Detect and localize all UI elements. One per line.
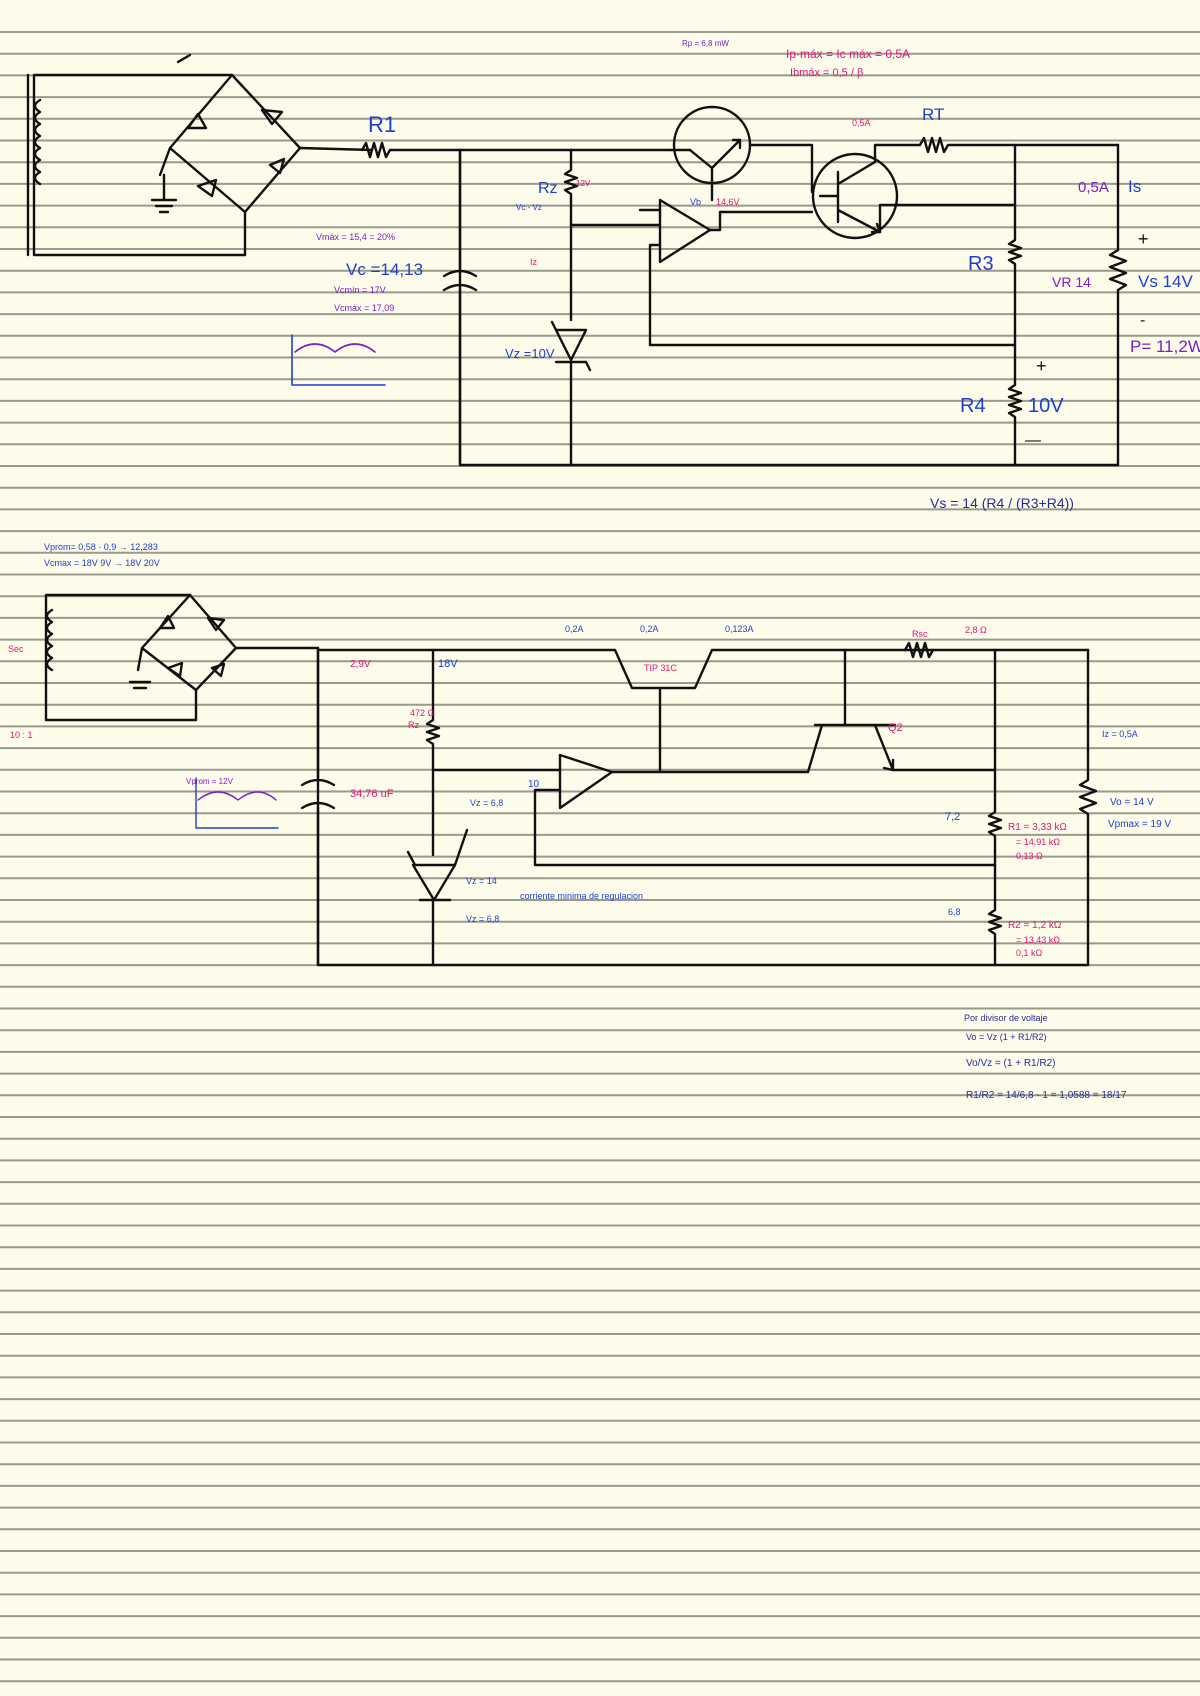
label-out-current: 0,5A bbox=[1078, 179, 1109, 196]
label-plus-r4: + bbox=[1036, 356, 1047, 376]
label-plus-out: + bbox=[1138, 229, 1149, 249]
note-vcmax2: Vcmax = 18V 9V → 18V 20V bbox=[44, 558, 160, 568]
note-vmax: Vmáx = 15,4 = 20% bbox=[316, 232, 395, 242]
note-rp: Rp = 6,8 mW bbox=[682, 39, 729, 48]
calc-line-1: Por divisor de voltaje bbox=[964, 1013, 1048, 1023]
label-vz2c: Vz = 6,8 bbox=[470, 798, 503, 808]
label-vz: Vz =10V bbox=[505, 346, 555, 361]
label-r1: R1 bbox=[368, 112, 396, 137]
label-rsc: Rsc bbox=[912, 629, 928, 639]
label-r1b-sub: 0,13 Ω bbox=[1016, 851, 1043, 861]
label-ten: 10 bbox=[528, 779, 540, 790]
note-iz: Iz bbox=[530, 257, 538, 267]
label-vr: VR 14 bbox=[1052, 274, 1091, 290]
label-r2b-calc: = 13,43 kΩ bbox=[1016, 935, 1060, 945]
label-10v: 10V bbox=[1028, 395, 1064, 417]
label-iz2: Iz = 0,5A bbox=[1102, 729, 1138, 739]
label-r4: R4 bbox=[960, 395, 986, 417]
label-q2: Q2 bbox=[888, 722, 903, 734]
label-rt: RT bbox=[922, 105, 944, 124]
label-vz2a: Vz = 14 bbox=[466, 876, 497, 886]
label-current-mid: 0,2A bbox=[640, 624, 659, 634]
label-vs: Vs 14V bbox=[1138, 272, 1193, 291]
label-node-val: 2,9V bbox=[350, 659, 371, 670]
label-is: Is bbox=[1128, 177, 1141, 196]
label-rsc-val: 2,8 Ω bbox=[965, 625, 987, 635]
calc-line-4: R1/R2 = 14/6,8 - 1 = 1,0588 = 18/17 bbox=[966, 1090, 1127, 1101]
label-72: 7,2 bbox=[945, 811, 960, 823]
note-vprom: Vprom= 0,58 · 0,9 → 12,283 bbox=[44, 542, 158, 552]
note-rz: Rz bbox=[538, 180, 558, 197]
label-cap-val: 34,76 uF bbox=[350, 788, 394, 800]
label-minus-out: - bbox=[1140, 312, 1145, 329]
label-minus-r4: — bbox=[1025, 432, 1041, 449]
note-ib-max: Ibmáx = 0,5 / β bbox=[790, 67, 863, 79]
note-vc-vz: Vc - Vz bbox=[516, 203, 542, 212]
note-vcmax: Vcmáx = 17,09 bbox=[334, 303, 394, 313]
label-tip: TIP 31C bbox=[644, 663, 677, 673]
note-rz-val: 12V bbox=[576, 179, 591, 188]
label-r3: R3 bbox=[968, 253, 994, 275]
note-ip-max: Ip·máx = Ic máx = 0,5A bbox=[786, 47, 910, 61]
note-op-out: 14,6V bbox=[716, 197, 740, 207]
label-r2b: R2 = 1,2 kΩ bbox=[1008, 920, 1062, 931]
note-vb: Vb bbox=[690, 197, 701, 207]
note-vcmin: Vcmín = 17V bbox=[334, 285, 386, 295]
label-68: 6,8 bbox=[948, 907, 961, 917]
calc-line-3: Vo/Vz = (1 + R1/R2) bbox=[966, 1058, 1056, 1069]
label-ratio: 10 : 1 bbox=[10, 730, 33, 740]
label-r2b-sub: 0,1 kΩ bbox=[1016, 948, 1043, 958]
drawing-canvas: R1 RT R3 R4 Vc =14,13 Vz =10V 0,5A Is Vs… bbox=[0, 0, 1200, 1696]
label-r1b: R1 = 3,33 kΩ bbox=[1008, 822, 1067, 833]
label-rz2: Rz bbox=[408, 720, 419, 730]
label-power: P= 11,2W bbox=[1130, 337, 1200, 356]
label-vpmax: Vpmax = 19 V bbox=[1108, 819, 1171, 830]
note-vs-formula: Vs = 14 (R4 / (R3+R4)) bbox=[930, 495, 1074, 511]
label-r1b-calc: = 14,91 kΩ bbox=[1016, 837, 1060, 847]
label-sec: Sec bbox=[8, 644, 24, 654]
note-zener-min: corriente minima de regulacion bbox=[520, 891, 643, 901]
label-vc: Vc =14,13 bbox=[346, 260, 423, 279]
label-rz2-val: 472 Ω bbox=[410, 708, 435, 718]
label-vout: Vo = 14 V bbox=[1110, 797, 1154, 808]
note-ic: 0,5A bbox=[852, 118, 871, 128]
label-current-left: 0,2A bbox=[565, 624, 584, 634]
label-current-right: 0,123A bbox=[725, 624, 754, 634]
notebook-page: R1 RT R3 R4 Vc =14,13 Vz =10V 0,5A Is Vs… bbox=[0, 0, 1200, 1696]
label-18v: 18V bbox=[438, 658, 458, 670]
label-vz2b: Vz = 6,8 bbox=[466, 914, 499, 924]
calc-line-2: Vo = Vz (1 + R1/R2) bbox=[966, 1032, 1047, 1042]
label-vprom2: Vprom = 12V bbox=[186, 777, 234, 786]
